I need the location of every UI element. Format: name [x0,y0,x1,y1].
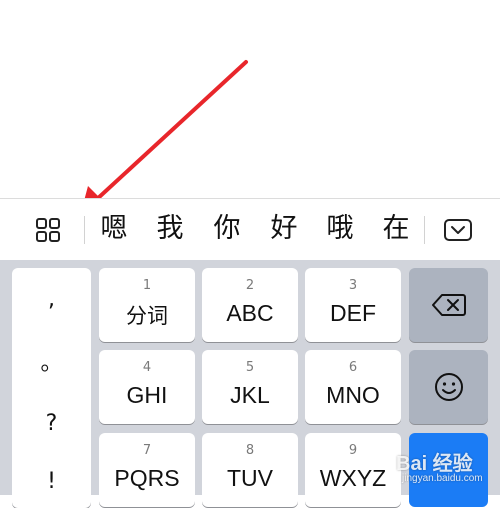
key-6[interactable]: 6 MNO [305,350,401,424]
key-label: 分词 [126,304,168,328]
key-label: ABC [226,300,274,326]
candidate-6[interactable]: 在 [374,211,418,247]
key-2[interactable]: 2 ABC [202,268,298,342]
punct-period[interactable]: 。 [12,344,91,384]
key-label: WXYZ [319,465,387,491]
candidate-5[interactable]: 哦 [318,211,362,247]
key-3[interactable]: 3 DEF [305,268,401,342]
punct-comma[interactable]: , [12,280,91,320]
candidate-2[interactable]: 我 [148,211,192,247]
key-number: 9 [348,443,358,458]
key-number: 2 [245,278,255,293]
backspace-icon [431,294,466,316]
key-5[interactable]: 5 JKL [202,350,298,424]
punct-exclaim[interactable]: ! [12,462,91,502]
candidate-bar: 嗯 我 你 好 哦 在 [0,198,500,260]
key-number: 8 [245,443,255,458]
key-number: 7 [142,443,152,458]
divider [424,216,425,244]
key-7[interactable]: 7 PQRS [99,433,195,507]
candidate-1[interactable]: 嗯 [92,211,136,247]
divider [84,216,85,244]
key-label: JKL [230,382,270,408]
key-number: 5 [245,360,255,375]
collapse-keyboard-button[interactable] [440,217,476,243]
key-1[interactable]: 1 分词 [99,268,195,342]
key-label: MNO [326,382,380,408]
keyboard: , 。 ? ! 1 分词 2 ABC 3 DEF 4 GHI 5 JKL 6 M… [0,260,500,508]
smiley-icon [434,373,463,401]
candidate-4[interactable]: 好 [262,211,306,247]
key-label: PQRS [114,465,180,491]
key-label: GHI [126,382,168,408]
punctuation-column[interactable]: , 。 ? ! [12,268,91,508]
grid-icon [36,218,60,242]
key-number: 1 [142,278,152,293]
key-number: 3 [348,278,358,293]
key-label: TUV [227,465,273,491]
chevron-down-icon [444,219,472,241]
action-key[interactable] [409,433,488,507]
grid-button[interactable] [28,215,68,245]
key-8[interactable]: 8 TUV [202,433,298,507]
emoji-key[interactable] [409,350,488,424]
key-9[interactable]: 9 WXYZ [305,433,401,507]
key-number: 4 [142,360,152,375]
key-number: 6 [348,360,358,375]
punct-question[interactable]: ? [12,404,91,444]
key-4[interactable]: 4 GHI [99,350,195,424]
candidate-3[interactable]: 你 [205,211,249,247]
delete-key[interactable] [409,268,488,342]
key-label: DEF [330,300,376,326]
